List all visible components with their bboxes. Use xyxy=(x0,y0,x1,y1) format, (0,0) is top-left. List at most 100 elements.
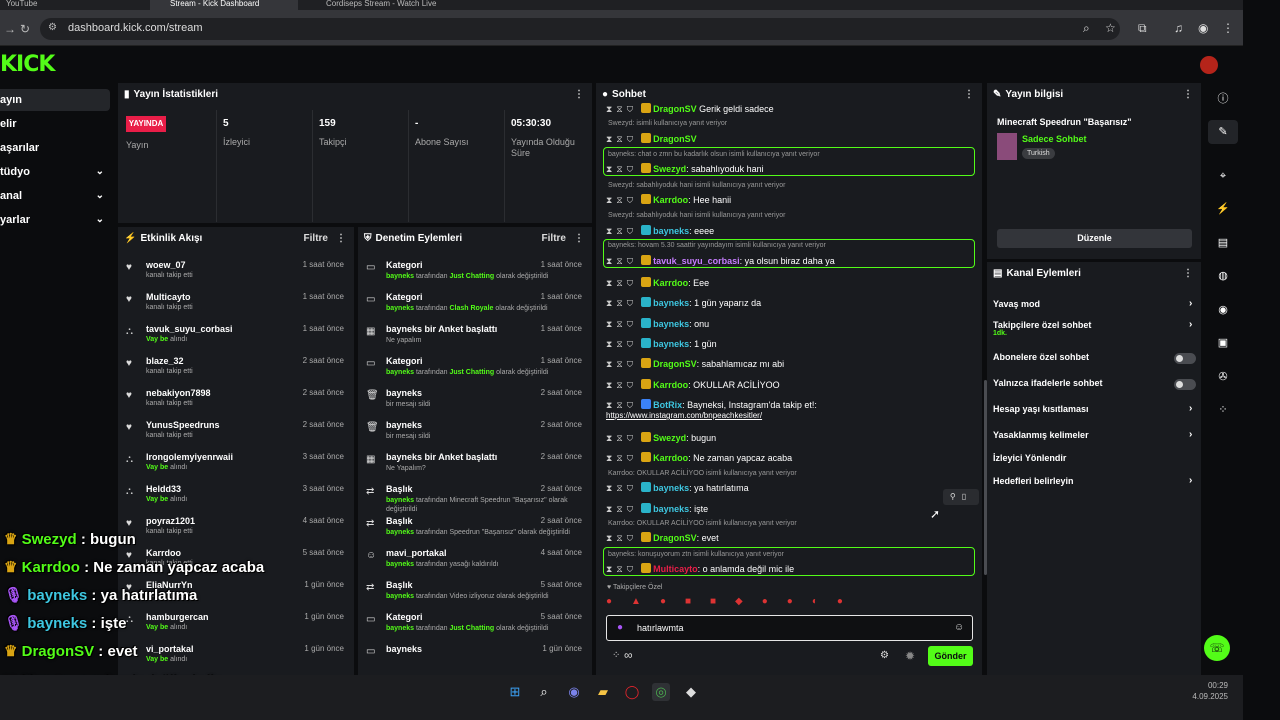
sidebar-item-income[interactable]: elir xyxy=(0,113,110,135)
list-item[interactable]: ⇄ Başlık bayneks tarafından Speedrun "Başa… xyxy=(358,513,592,545)
chat-username[interactable]: Swezyd xyxy=(653,433,686,443)
list-item[interactable]: ▭ Kategori bayneks tarafından Just Chattin… xyxy=(358,609,592,641)
mod-actions-icons[interactable]: ⧗⧖⛉ xyxy=(606,134,637,144)
activity-username[interactable]: Karrdoo xyxy=(146,548,181,558)
toggle-switch[interactable] xyxy=(1174,379,1196,390)
chat-message[interactable]: ⧗⧖⛉ bayneks: onu xyxy=(606,318,709,330)
list-item[interactable]: ♥ Multicayto kanalı takip etti 1 saat önce xyxy=(118,289,354,321)
category-link[interactable]: Sadece Sohbet xyxy=(1022,134,1087,144)
chat-app-icon[interactable]: ◉ xyxy=(565,683,583,701)
emote-bar[interactable]: ●▲●■■◆●●◐● xyxy=(606,596,976,612)
chat-message[interactable]: ⧗⧖⛉ bayneks: 1 gün xyxy=(606,338,717,350)
chat-username[interactable]: bayneks xyxy=(653,226,689,236)
chat-message[interactable]: ⧗⧖⛉ bayneks: 1 gün yaparız da xyxy=(606,297,761,309)
more-icon[interactable]: ⋮ xyxy=(336,227,346,251)
mod-actions-icons[interactable]: ⧗⧖⛉ xyxy=(606,278,637,288)
list-item[interactable]: ⛬ Irongolemyiyenrwaii Vay be alındı 3 saat … xyxy=(118,449,354,481)
chat-username[interactable]: BotRix xyxy=(653,400,682,410)
forward-icon[interactable]: → xyxy=(4,22,16,36)
mod-actions-icons[interactable]: ⧗⧖⛉ xyxy=(606,226,637,236)
mod-actions-icons[interactable]: ⧗⧖⛉ xyxy=(606,104,637,114)
chat-rail-icon[interactable]: ◍ xyxy=(1208,264,1238,288)
opera-icon[interactable]: ◯ xyxy=(623,683,641,701)
mod-actions-icons[interactable]: ⧗⧖⛉ xyxy=(606,195,637,205)
document-icon[interactable]: ▤ xyxy=(1208,231,1238,255)
chat-username[interactable]: Karrdoo xyxy=(653,453,688,463)
folder-icon[interactable]: ▰ xyxy=(594,683,612,701)
edit-button[interactable]: Düzenle xyxy=(997,229,1192,248)
chat-input[interactable]: ● hatırlawmta ☺ xyxy=(606,615,973,641)
chat-message[interactable]: ⧗⧖⛉ Karrdoo: Eee xyxy=(606,277,709,289)
channel-action-item[interactable]: Abonelere özel sohbet xyxy=(993,352,1193,366)
chat-message[interactable]: ⧗⧖⛉ BotRix: Bayneksi, Instagram'da takip … xyxy=(606,399,817,411)
chrome-icon[interactable]: ◎ xyxy=(652,683,670,701)
chat-username[interactable]: DragonSV xyxy=(653,134,697,144)
chat-username[interactable]: Karrdoo xyxy=(653,380,688,390)
list-item[interactable]: ⛬ Heldd33 Vay be alındı 3 saat önce xyxy=(118,481,354,513)
list-item[interactable]: ▭ Kategori bayneks tarafından Just Chattin… xyxy=(358,257,592,289)
points-icon[interactable]: ⁘ xyxy=(612,650,620,661)
windows-start-icon[interactable]: ⊞ xyxy=(506,683,524,701)
sidebar-item-channel[interactable]: anal ⌄ xyxy=(0,185,110,207)
chat-username[interactable]: bayneks xyxy=(653,483,689,493)
list-item[interactable]: ▭ bayneks 1 gün önce xyxy=(358,641,592,673)
activity-username[interactable]: vi_portakal xyxy=(146,644,194,654)
chat-message[interactable]: ⧗⧖⛉ bayneks: ya hatırlatıma xyxy=(606,482,749,494)
reload-icon[interactable]: ↻ xyxy=(20,22,30,36)
site-info-icon[interactable]: ⚙ xyxy=(48,22,57,33)
mod-actions-icons[interactable]: ⧗⧖⛉ xyxy=(606,453,637,463)
chat-message[interactable]: ⧗⧖⛉ Karrdoo: OKULLAR ACİLİYOO xyxy=(606,379,780,391)
pencil-rail-icon[interactable]: ✎ xyxy=(1208,120,1238,144)
list-item[interactable]: ⛬ hamburgercan Vay be alındı 1 gün önce xyxy=(118,609,354,641)
list-item[interactable]: 🗑 bayneks bir mesajı sildi 2 saat önce xyxy=(358,417,592,449)
activity-username[interactable]: Heldd33 xyxy=(146,484,181,494)
chat-username[interactable]: Karrdoo xyxy=(653,278,688,288)
sidebar-item-settings[interactable]: yarlar ⌄ xyxy=(0,209,110,231)
channel-action-item[interactable]: Yalnızca ifadelerle sohbet xyxy=(993,378,1193,392)
mod-actions-icons[interactable]: ⧗⧖⛉ xyxy=(606,504,637,514)
chat-username[interactable]: bayneks xyxy=(653,504,689,514)
emoji-icon[interactable]: ☺ xyxy=(954,622,964,633)
list-item[interactable]: ☺ mavi_portakal bayneks tarafından yasağı … xyxy=(358,545,592,577)
activity-username[interactable]: Irongolemyiyenrwaii xyxy=(146,452,233,462)
zoom-icon[interactable]: ⌕ xyxy=(1083,21,1090,36)
chat-message[interactable]: ⧗⧖⛉ Multicayto: o anlamda değil mic ile xyxy=(606,563,794,575)
profile-icon[interactable]: ◉ xyxy=(1198,21,1208,35)
mod-actions-icons[interactable]: ⧗⧖⛉ xyxy=(606,298,637,308)
chat-message[interactable]: ⧗⧖⛉ Swezyd: bugun xyxy=(606,432,716,444)
channel-action-item[interactable]: Yavaş mod › xyxy=(993,298,1193,313)
activity-username[interactable]: woew_07 xyxy=(146,260,186,270)
browser-tab-kick-dashboard[interactable]: Stream - Kick Dashboard xyxy=(150,0,298,10)
mod-actions-icons[interactable]: ⧗⧖⛉ xyxy=(606,380,637,390)
browser-tab-cordiseps[interactable]: Cordiseps Stream - Watch Live xyxy=(306,0,466,10)
list-item[interactable]: ▦ bayneks bir Anket başlattı Ne Yapalım? 2 … xyxy=(358,449,592,481)
channel-action-item[interactable]: Yasaklanmış kelimeler › xyxy=(993,429,1193,444)
app-icon[interactable]: ◆ xyxy=(682,683,700,701)
activity-username[interactable]: poyraz1201 xyxy=(146,516,195,526)
chat-username[interactable]: tavuk_suyu_corbasi xyxy=(653,256,740,266)
list-item[interactable]: ▭ Kategori bayneks tarafından Just Chattin… xyxy=(358,353,592,385)
send-button[interactable]: Gönder xyxy=(928,646,973,666)
chat-message[interactable]: ⧗⧖⛉ Swezyd: sabahlıyoduk hani xyxy=(606,163,764,175)
info-icon[interactable]: ⓘ xyxy=(1208,87,1238,111)
chat-message[interactable]: ⧗⧖⛉ bayneks: eeee xyxy=(606,225,714,237)
mod-actions-icons[interactable]: ⧗⧖⛉ xyxy=(606,564,637,574)
user-avatar[interactable] xyxy=(1200,56,1218,74)
sidebar-item-studio[interactable]: tüdyo ⌄ xyxy=(0,161,110,183)
list-item[interactable]: ⇄ Başlık bayneks tarafından Minecraft Spee… xyxy=(358,481,592,513)
mod-actions-icons[interactable]: ⧗⧖⛉ xyxy=(606,339,637,349)
mod-actions-icons[interactable]: ⧗⧖⛉ xyxy=(606,433,637,443)
sidebar-item-achievements[interactable]: aşarılar xyxy=(0,137,110,159)
more-icon[interactable]: ⋮ xyxy=(574,227,584,251)
kick-logo[interactable]: KICK xyxy=(0,52,55,77)
toggle-switch[interactable] xyxy=(1174,353,1196,364)
mod-actions-icons[interactable]: ⧗⧖⛉ xyxy=(606,483,637,493)
mod-actions-icons[interactable]: ⧗⧖⛉ xyxy=(606,319,637,329)
chat-username[interactable]: Multicayto xyxy=(653,564,698,574)
chat-username[interactable]: Karrdoo xyxy=(653,195,688,205)
list-item[interactable]: ⛬ tavuk_suyu_corbasi Vay be alındı 1 saat ö… xyxy=(118,321,354,353)
activity-username[interactable]: tavuk_suyu_corbasi xyxy=(146,324,233,334)
media-icon[interactable]: ♫ xyxy=(1174,21,1183,35)
more-icon[interactable]: ⋮ xyxy=(964,83,974,107)
mod-actions-icons[interactable]: ⧗⧖⛉ xyxy=(606,256,637,266)
